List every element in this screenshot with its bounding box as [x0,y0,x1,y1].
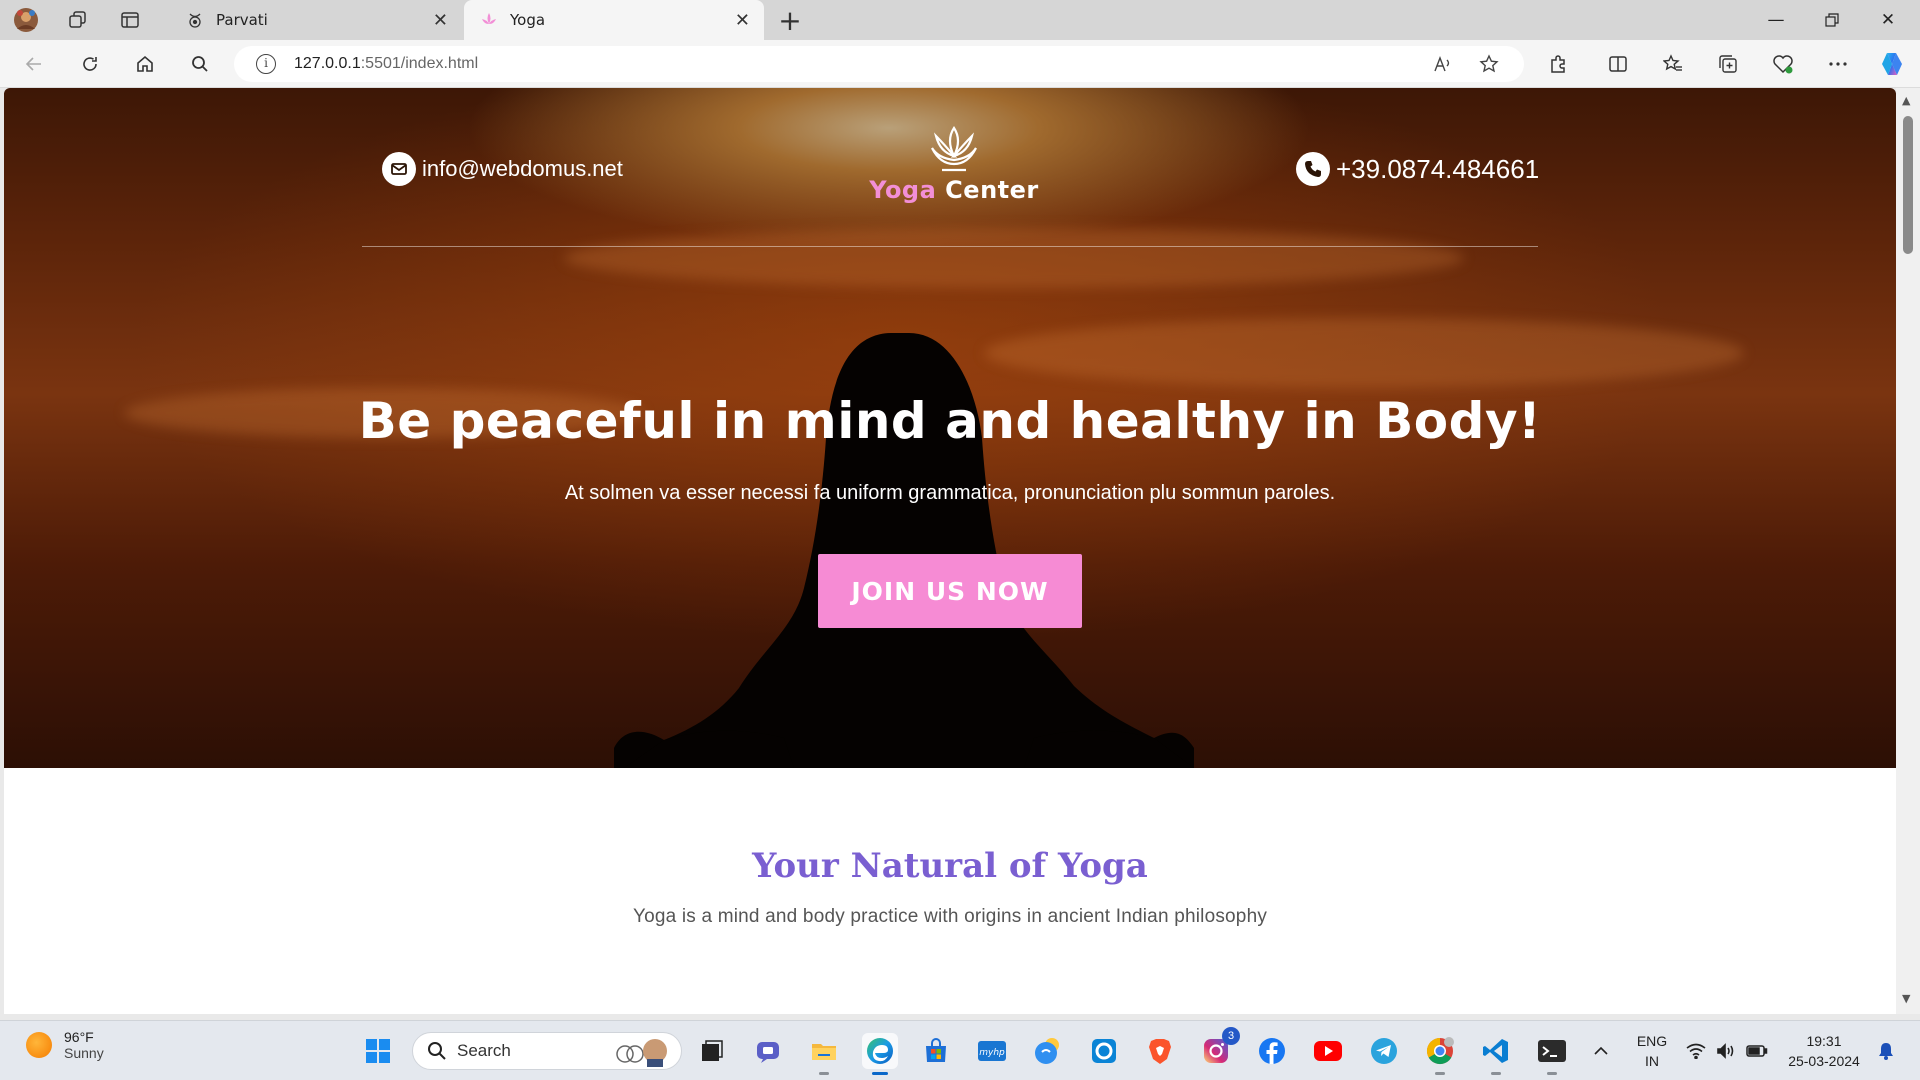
weather-app-icon[interactable] [1030,1033,1066,1069]
refresh-icon[interactable] [72,48,108,80]
parvati-favicon-icon [184,9,206,31]
teams-chat-icon[interactable] [750,1033,786,1069]
join-us-button[interactable]: JOIN US NOW [818,554,1082,628]
language-indicator[interactable]: ENG IN [1632,1031,1672,1071]
minimize-button[interactable]: — [1748,0,1804,40]
tab-title: Yoga [510,11,546,29]
browser-tab-strip: Parvati ✕ Yoga ✕ + — ✕ [0,0,1920,40]
search-icon [428,1042,446,1060]
profile-avatar-icon[interactable] [6,6,46,34]
system-clock[interactable]: 19:31 25-03-2024 [1784,1031,1864,1071]
vertical-tabs-icon[interactable] [110,6,150,34]
extensions-icon[interactable] [1540,48,1576,80]
volume-icon [1717,1043,1734,1059]
back-arrow-icon[interactable] [16,48,52,80]
email-text[interactable]: info@webdomus.net [422,156,623,182]
hero-headline: Be peaceful in mind and healthy in Body! [358,392,1542,450]
task-view-icon[interactable] [694,1033,730,1069]
weather-desc: Sunny [64,1045,104,1061]
windows-taskbar: 96°F Sunny Search myhp 3 ENG IN 19:31 25… [0,1020,1920,1080]
header-divider [362,246,1538,247]
search-label: Search [457,1041,511,1060]
taskbar-search[interactable]: Search [412,1032,682,1070]
close-tab-icon[interactable]: ✕ [735,10,750,31]
phone-contact[interactable]: +39.0874.484661 [1296,152,1539,186]
search-icon[interactable] [182,48,218,80]
page-viewport: info@webdomus.net Yoga Center +39.0874.4… [4,88,1896,1014]
hero-header: info@webdomus.net Yoga Center +39.0874.4… [4,88,1896,248]
workspaces-icon[interactable] [58,6,98,34]
close-window-button[interactable]: ✕ [1860,0,1916,40]
file-explorer-icon[interactable] [806,1033,842,1075]
hero-subtext: At solmen va esser necessi fa uniform gr… [564,482,1336,504]
browser-essentials-icon[interactable] [1765,48,1801,80]
restore-button[interactable] [1804,0,1860,40]
svg-text:myhp: myhp [979,1048,1005,1058]
brave-browser-icon[interactable] [1142,1033,1178,1069]
hero-section: info@webdomus.net Yoga Center +39.0874.4… [4,88,1896,768]
edge-browser-icon[interactable] [862,1033,898,1075]
site-logo[interactable]: Yoga Center [864,124,1044,204]
microsoft-store-icon[interactable] [918,1033,954,1069]
home-icon[interactable] [127,48,163,80]
wifi-icon [1686,1043,1706,1059]
battery-icon [1746,1045,1768,1057]
start-windows-icon[interactable] [360,1033,396,1069]
scrollbar-thumb[interactable] [1903,116,1913,254]
copilot-icon[interactable] [1874,48,1910,80]
terminal-icon[interactable] [1534,1033,1570,1075]
lotus-favicon-icon [478,9,500,31]
tab-parvati[interactable]: Parvati ✕ [170,0,462,40]
chrome-icon[interactable] [1422,1033,1458,1075]
phone-text[interactable]: +39.0874.484661 [1336,154,1539,185]
close-tab-icon[interactable]: ✕ [433,10,448,31]
notification-bell-icon[interactable] [1874,1021,1898,1080]
phone-icon [1296,152,1330,186]
weather-widget[interactable]: 96°F Sunny [26,1029,104,1061]
page-scrollbar[interactable]: ▲ ▼ [1896,88,1920,1014]
telegram-icon[interactable] [1366,1033,1402,1069]
tab-title: Parvati [216,11,268,29]
sun-icon [26,1032,52,1058]
section-title: Your Natural of Yoga [752,846,1148,886]
cortana-icon[interactable] [1086,1033,1122,1069]
scroll-up-icon[interactable]: ▲ [1902,94,1910,107]
lotus-logo-icon [931,126,977,172]
system-tray[interactable] [1686,1021,1768,1080]
read-aloud-icon[interactable] [1430,52,1456,76]
new-tab-button[interactable]: + [774,4,806,37]
myhp-icon[interactable]: myhp [974,1033,1010,1069]
notification-badge: 3 [1222,1027,1240,1045]
search-highlight-icon [616,1039,667,1067]
instagram-icon[interactable]: 3 [1198,1027,1240,1069]
address-url[interactable]: 127.0.0.1:5501/index.html [294,55,478,73]
section-subtitle: Yoga is a mind and body practice with or… [632,906,1268,927]
logo-wordmark: Yoga Center [869,176,1039,204]
show-hidden-icons-chevron-up-icon[interactable] [1590,1021,1612,1080]
more-options-icon[interactable] [1820,48,1856,80]
address-bar[interactable]: i 127.0.0.1:5501/index.html [234,46,1524,82]
browser-toolbar: i 127.0.0.1:5501/index.html [0,40,1920,88]
email-contact[interactable]: info@webdomus.net [382,152,623,186]
envelope-icon [382,152,416,186]
youtube-icon[interactable] [1310,1033,1346,1069]
favorite-star-icon[interactable] [1476,52,1502,76]
site-info-icon[interactable]: i [256,54,276,74]
tab-yoga[interactable]: Yoga ✕ [464,0,764,40]
scroll-down-icon[interactable]: ▼ [1902,992,1910,1005]
split-screen-icon[interactable] [1600,48,1636,80]
collections-icon[interactable] [1710,48,1746,80]
favorites-icon[interactable] [1655,48,1691,80]
weather-temp: 96°F [64,1029,94,1045]
facebook-icon[interactable] [1254,1033,1290,1069]
vscode-icon[interactable] [1478,1033,1514,1075]
